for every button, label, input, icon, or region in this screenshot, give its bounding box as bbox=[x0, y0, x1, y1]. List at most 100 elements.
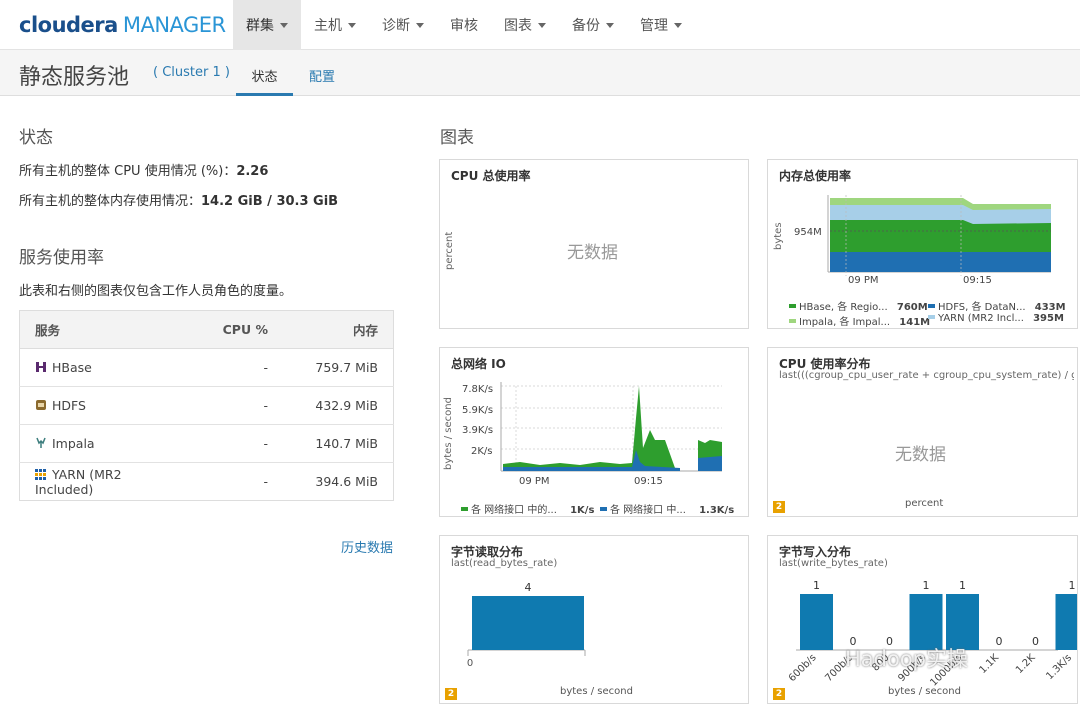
tab-status[interactable]: 状态 bbox=[236, 66, 293, 96]
y-axis-label: percent bbox=[444, 231, 455, 270]
logo-light: MANAGER bbox=[122, 13, 226, 37]
legend-label: Impala, 各 Impal... bbox=[799, 317, 891, 328]
service-name: HBase bbox=[52, 360, 92, 375]
bar-value-label: 1 bbox=[923, 579, 930, 592]
nav-hosts[interactable]: 主机 bbox=[301, 0, 369, 50]
badge-count[interactable]: 2 bbox=[773, 501, 785, 513]
service-cell[interactable]: Impala bbox=[19, 424, 163, 463]
nav-label: 群集 bbox=[246, 18, 274, 34]
histogram-bar bbox=[472, 596, 584, 650]
bytes-read-distribution-panel[interactable]: 字节读取分布 last(read_bytes_rate) 40 bytes / … bbox=[439, 535, 749, 704]
nav-label: 主机 bbox=[314, 18, 342, 34]
y-tick-label: 3.9K/s bbox=[462, 425, 493, 436]
panel-title: 总网络 IO bbox=[451, 357, 506, 371]
tab-configuration[interactable]: 配置 bbox=[309, 66, 335, 96]
no-data-text: 无数据 bbox=[895, 445, 946, 465]
network-in-area bbox=[503, 386, 680, 471]
x-tick-label: 1.2K bbox=[1014, 652, 1038, 676]
legend-item[interactable]: YARN (MR2 Incl... 395M bbox=[928, 313, 1064, 324]
legend-swatch bbox=[789, 304, 796, 308]
legend-item[interactable]: 各 网络接口 中... 1.3K/s bbox=[600, 501, 734, 516]
legend-label: HDFS, 各 DataN... bbox=[938, 302, 1026, 313]
nav-label: 诊断 bbox=[382, 18, 410, 34]
cloudera-manager-logo[interactable]: cloudera MANAGER bbox=[19, 13, 226, 37]
service-usage-heading: 服务使用率 bbox=[19, 248, 104, 268]
panel-subtitle: last(((cgroup_cpu_user_rate + cgroup_cpu… bbox=[779, 370, 1074, 381]
service-name: HDFS bbox=[52, 398, 86, 413]
nav-charts[interactable]: 图表 bbox=[491, 0, 559, 50]
legend-swatch bbox=[928, 315, 935, 319]
service-name: Impala bbox=[52, 436, 95, 451]
charts-heading: 图表 bbox=[440, 128, 474, 148]
top-navbar: cloudera MANAGER 群集 主机 诊断 审核 图表 备份 管理 bbox=[0, 0, 1080, 50]
x-tick-label: 09:15 bbox=[963, 275, 992, 286]
table-row: Impala - 140.7 MiB bbox=[19, 424, 394, 463]
legend-item[interactable]: Impala, 各 Impal... 141M bbox=[789, 313, 930, 328]
nav-administration[interactable]: 管理 bbox=[627, 0, 695, 50]
histogram-bar bbox=[800, 594, 833, 650]
history-data-link[interactable]: 历史数据 bbox=[341, 537, 393, 556]
cluster-link[interactable]: ( Cluster 1 ) bbox=[153, 65, 230, 80]
col-memory[interactable]: 内存 bbox=[283, 310, 394, 349]
nav-clusters[interactable]: 群集 bbox=[233, 0, 301, 50]
network-out-area bbox=[698, 456, 722, 471]
nav-audits[interactable]: 审核 bbox=[437, 0, 491, 50]
bar-value-label: 4 bbox=[525, 581, 532, 594]
bar-value-label: 1 bbox=[1069, 579, 1076, 592]
col-cpu[interactable]: CPU % bbox=[163, 310, 283, 349]
memory-total-usage-panel[interactable]: 内存总使用率 bytes 954M 09 PM 09:15 HBase, 各 R… bbox=[767, 159, 1078, 329]
service-cell[interactable]: HBase bbox=[19, 348, 163, 387]
memory-usage-summary: 所有主机的整体内存使用情况：14.2 GiB / 30.3 GiB bbox=[19, 190, 338, 209]
x-tick-label: 1.1K bbox=[977, 652, 1001, 676]
nav-label: 审核 bbox=[450, 18, 478, 34]
memory-area-chart: 954M 09 PM 09:15 bbox=[794, 195, 1051, 286]
page-header: 静态服务池 ( Cluster 1 ) 状态 配置 bbox=[0, 50, 1080, 96]
cpu-usage-label: 所有主机的整体 CPU 使用情况 (%)： bbox=[19, 164, 237, 179]
service-name: YARN (MR2 Included) bbox=[35, 466, 122, 497]
legend-item[interactable]: HBase, 各 Regio... 760M bbox=[789, 298, 928, 313]
x-tick-label: 09 PM bbox=[519, 476, 550, 487]
x-axis-label: percent bbox=[905, 498, 944, 509]
total-network-io-panel[interactable]: 总网络 IO bytes / second 7.8K/s 5.9K/s 3.9K… bbox=[439, 347, 749, 517]
service-cell[interactable]: HDFS bbox=[19, 386, 163, 425]
cpu-cell: - bbox=[163, 386, 283, 425]
bar-value-label: 0 bbox=[1032, 635, 1039, 648]
nav-diagnostics[interactable]: 诊断 bbox=[369, 0, 437, 50]
main-nav: 群集 主机 诊断 审核 图表 备份 管理 bbox=[233, 0, 695, 50]
page-title: 静态服务池 bbox=[19, 65, 130, 90]
bar-value-label: 1 bbox=[959, 579, 966, 592]
x-tick-label: 0 bbox=[467, 658, 473, 669]
table-row: HDFS - 432.9 MiB bbox=[19, 386, 394, 425]
legend-label: YARN (MR2 Incl... bbox=[938, 313, 1024, 324]
cpu-cell: - bbox=[163, 348, 283, 387]
service-cell[interactable]: YARN (MR2 Included) bbox=[19, 462, 163, 501]
logo-bold: cloudera bbox=[19, 13, 118, 37]
legend-item[interactable]: HDFS, 各 DataN... 433M bbox=[928, 298, 1066, 313]
col-service[interactable]: 服务 bbox=[19, 310, 163, 349]
legend-value: 433M bbox=[1034, 302, 1066, 313]
nav-backup[interactable]: 备份 bbox=[559, 0, 627, 50]
table-row: YARN (MR2 Included) - 394.6 MiB bbox=[19, 462, 394, 501]
cpu-usage-distribution-panel[interactable]: CPU 使用率分布 last(((cgroup_cpu_user_rate + … bbox=[767, 347, 1078, 517]
badge-count[interactable]: 2 bbox=[445, 688, 457, 700]
memory-cell: 432.9 MiB bbox=[283, 386, 394, 425]
cpu-total-usage-panel[interactable]: CPU 总使用率 percent 无数据 bbox=[439, 159, 749, 329]
x-tick-label: 600b/s bbox=[787, 652, 819, 684]
legend-item[interactable]: 各 网络接口 中的... 1K/s bbox=[461, 501, 594, 516]
panel-title: 内存总使用率 bbox=[779, 169, 852, 183]
x-axis-label: bytes / second bbox=[560, 686, 633, 697]
hdfs-icon bbox=[36, 400, 46, 410]
badge-count[interactable]: 2 bbox=[773, 688, 785, 700]
legend-value: 1.3K/s bbox=[699, 505, 735, 516]
chevron-down-icon bbox=[280, 23, 288, 28]
yarn-icon bbox=[35, 468, 46, 480]
panel-subtitle: last(write_bytes_rate) bbox=[779, 558, 888, 569]
status-heading: 状态 bbox=[19, 128, 53, 148]
nav-label: 备份 bbox=[572, 18, 600, 34]
panel-title: CPU 总使用率 bbox=[451, 169, 531, 183]
bytes-write-distribution-panel[interactable]: 字节写入分布 last(write_bytes_rate) 1 600b/s 0 70… bbox=[767, 535, 1078, 704]
histogram-bar bbox=[1055, 594, 1077, 650]
x-tick-label: 1.3K/s bbox=[1044, 652, 1074, 682]
hbase-icon bbox=[36, 362, 46, 372]
memory-cell: 759.7 MiB bbox=[283, 348, 394, 387]
